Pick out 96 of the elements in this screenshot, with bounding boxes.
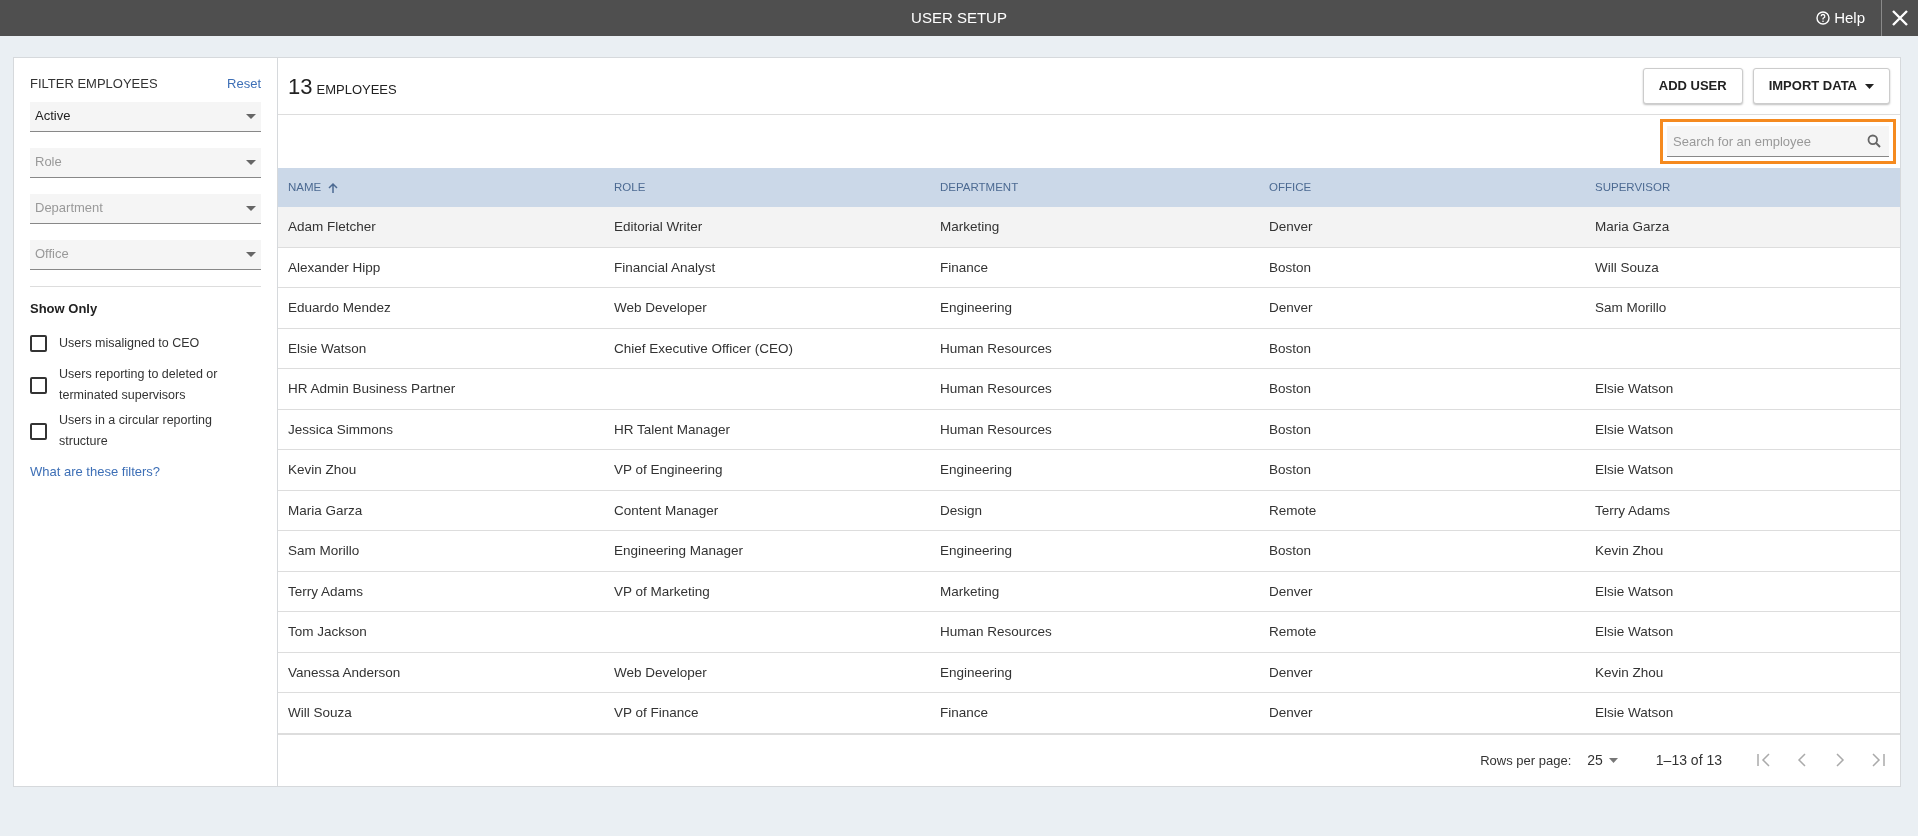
search-field[interactable]: Search for an employee (1667, 126, 1889, 158)
table-cell: Boston (1269, 259, 1312, 275)
table-cell: HR Talent Manager (614, 421, 731, 437)
table-cell: Human Resources (940, 624, 1052, 639)
table-cell: Boston (1269, 462, 1312, 477)
column-header[interactable]: ROLE (604, 179, 930, 197)
checkbox[interactable] (30, 422, 47, 440)
table-cell: Chief Executive Officer (CEO) (614, 340, 794, 356)
caret-icon (246, 251, 256, 257)
table-cell: Engineering (940, 664, 1013, 680)
table-cell: Alexander Hipp (288, 259, 381, 275)
table-cell: Maria Garza (1595, 219, 1670, 234)
table-cell: Human Resources (940, 421, 1052, 437)
table-cell: VP of Finance (614, 705, 699, 720)
table-cell: Will Souza (1595, 259, 1659, 275)
table-cell: Human Resources (940, 340, 1052, 356)
filter-select[interactable]: Active (30, 101, 261, 132)
table-cell: Engineering (940, 462, 1013, 477)
help-icon (1816, 11, 1831, 25)
table-cell: Design (940, 502, 983, 518)
table-cell: Denver (1269, 583, 1313, 599)
table-cell: HR Admin Business Partner (288, 381, 456, 396)
table-cell: Denver (1269, 705, 1313, 720)
table-cell: Remote (1269, 624, 1317, 639)
table-cell: Denver (1269, 219, 1313, 234)
table-cell: Engineering Manager (614, 543, 744, 558)
table-row[interactable]: Adam Fletcher Editorial Writer Marketing Denver Maria Garza (278, 207, 1900, 248)
column-header[interactable]: DEPARTMENT (930, 179, 1259, 197)
filter-title: FILTER EMPLOYEES (30, 75, 158, 93)
table-cell: Financial Analyst (614, 259, 716, 275)
window-title: USER SETUP (911, 7, 1007, 28)
rows-per-page-label: Rows per page: (1480, 751, 1572, 770)
caret-icon (246, 205, 256, 211)
reset-link[interactable]: Reset (227, 74, 261, 94)
table-cell: Denver (1269, 300, 1313, 315)
search-icon (1867, 134, 1881, 149)
table-cell: Elsie Watson (1595, 583, 1674, 599)
employee-count: 13 EMPLOYEES (288, 72, 397, 101)
table-cell: Elsie Watson (1595, 462, 1674, 477)
table-cell: Kevin Zhou (288, 462, 357, 477)
table-cell: VP of Engineering (614, 462, 723, 477)
dropdown-button[interactable]: IMPORT DATA (1752, 68, 1890, 104)
table-cell: Will Souza (288, 705, 352, 720)
caret-icon (246, 159, 256, 165)
table-cell: Kevin Zhou (1595, 664, 1664, 680)
table-cell: Sam Morillo (288, 543, 360, 558)
caret-icon (1608, 757, 1618, 763)
table-cell: Finance (940, 705, 989, 720)
table-cell: Adam Fletcher (288, 219, 376, 234)
checkbox-label: Users in a circular reporting structure (59, 412, 213, 450)
table-cell: Content Manager (614, 502, 719, 518)
table-cell: Maria Garza (288, 502, 363, 518)
table-cell: Kevin Zhou (1595, 543, 1664, 558)
checkbox-label: Users reporting to deleted or terminated supervisors (59, 366, 219, 404)
column-header[interactable]: OFFICE (1259, 179, 1585, 197)
table-cell: Terry Adams (288, 583, 364, 599)
table-cell: Marketing (940, 219, 1000, 234)
column-header[interactable]: NAME (278, 179, 604, 197)
table-cell: Jessica Simmons (288, 421, 394, 437)
table-cell: Marketing (940, 583, 1000, 599)
column-header[interactable]: SUPERVISOR (1585, 179, 1900, 197)
table-cell: Remote (1269, 502, 1317, 518)
table-cell: Sam Morillo (1595, 300, 1667, 315)
page-range: 1–13 of 13 (1655, 750, 1722, 770)
caret-icon (246, 113, 256, 119)
table-cell: Elsie Watson (1595, 381, 1674, 396)
table-cell: VP of Marketing (614, 583, 710, 599)
table-cell: Engineering (940, 300, 1013, 315)
checkbox[interactable] (30, 334, 47, 352)
action-button[interactable]: ADD USER (1642, 68, 1743, 104)
table-cell: Web Developer (614, 664, 707, 680)
table-cell: Boston (1269, 340, 1312, 356)
table-cell: Vanessa Anderson (288, 664, 401, 680)
checkbox-label: Users misaligned to CEO (59, 334, 200, 352)
help-button[interactable]: Help (1816, 6, 1865, 30)
sort-arrow-icon (327, 181, 340, 194)
table-cell: Tom Jackson (288, 624, 367, 639)
table-cell: Boston (1269, 381, 1312, 396)
rows-per-page-select[interactable]: 25 (1587, 749, 1618, 771)
table-cell: Engineering (940, 543, 1013, 558)
table-cell: Finance (940, 259, 989, 275)
table-cell: Web Developer (614, 300, 707, 315)
filters-help-link[interactable]: What are these filters? (30, 462, 261, 482)
checkbox[interactable] (30, 376, 47, 394)
table-cell: Human Resources (940, 381, 1052, 396)
table-cell: Elsie Watson (1595, 705, 1674, 720)
table-cell: Eduardo Mendez (288, 300, 391, 315)
show-only-heading: Show Only (30, 299, 99, 318)
table-cell: Elsie Watson (288, 340, 367, 356)
table-cell: Boston (1269, 543, 1312, 558)
table-cell: Elsie Watson (1595, 421, 1674, 437)
table-cell: Boston (1269, 421, 1312, 437)
table-cell: Editorial Writer (614, 219, 703, 234)
table-cell: Denver (1269, 664, 1313, 680)
table-cell: Terry Adams (1595, 502, 1671, 518)
table-cell: Elsie Watson (1595, 624, 1674, 639)
